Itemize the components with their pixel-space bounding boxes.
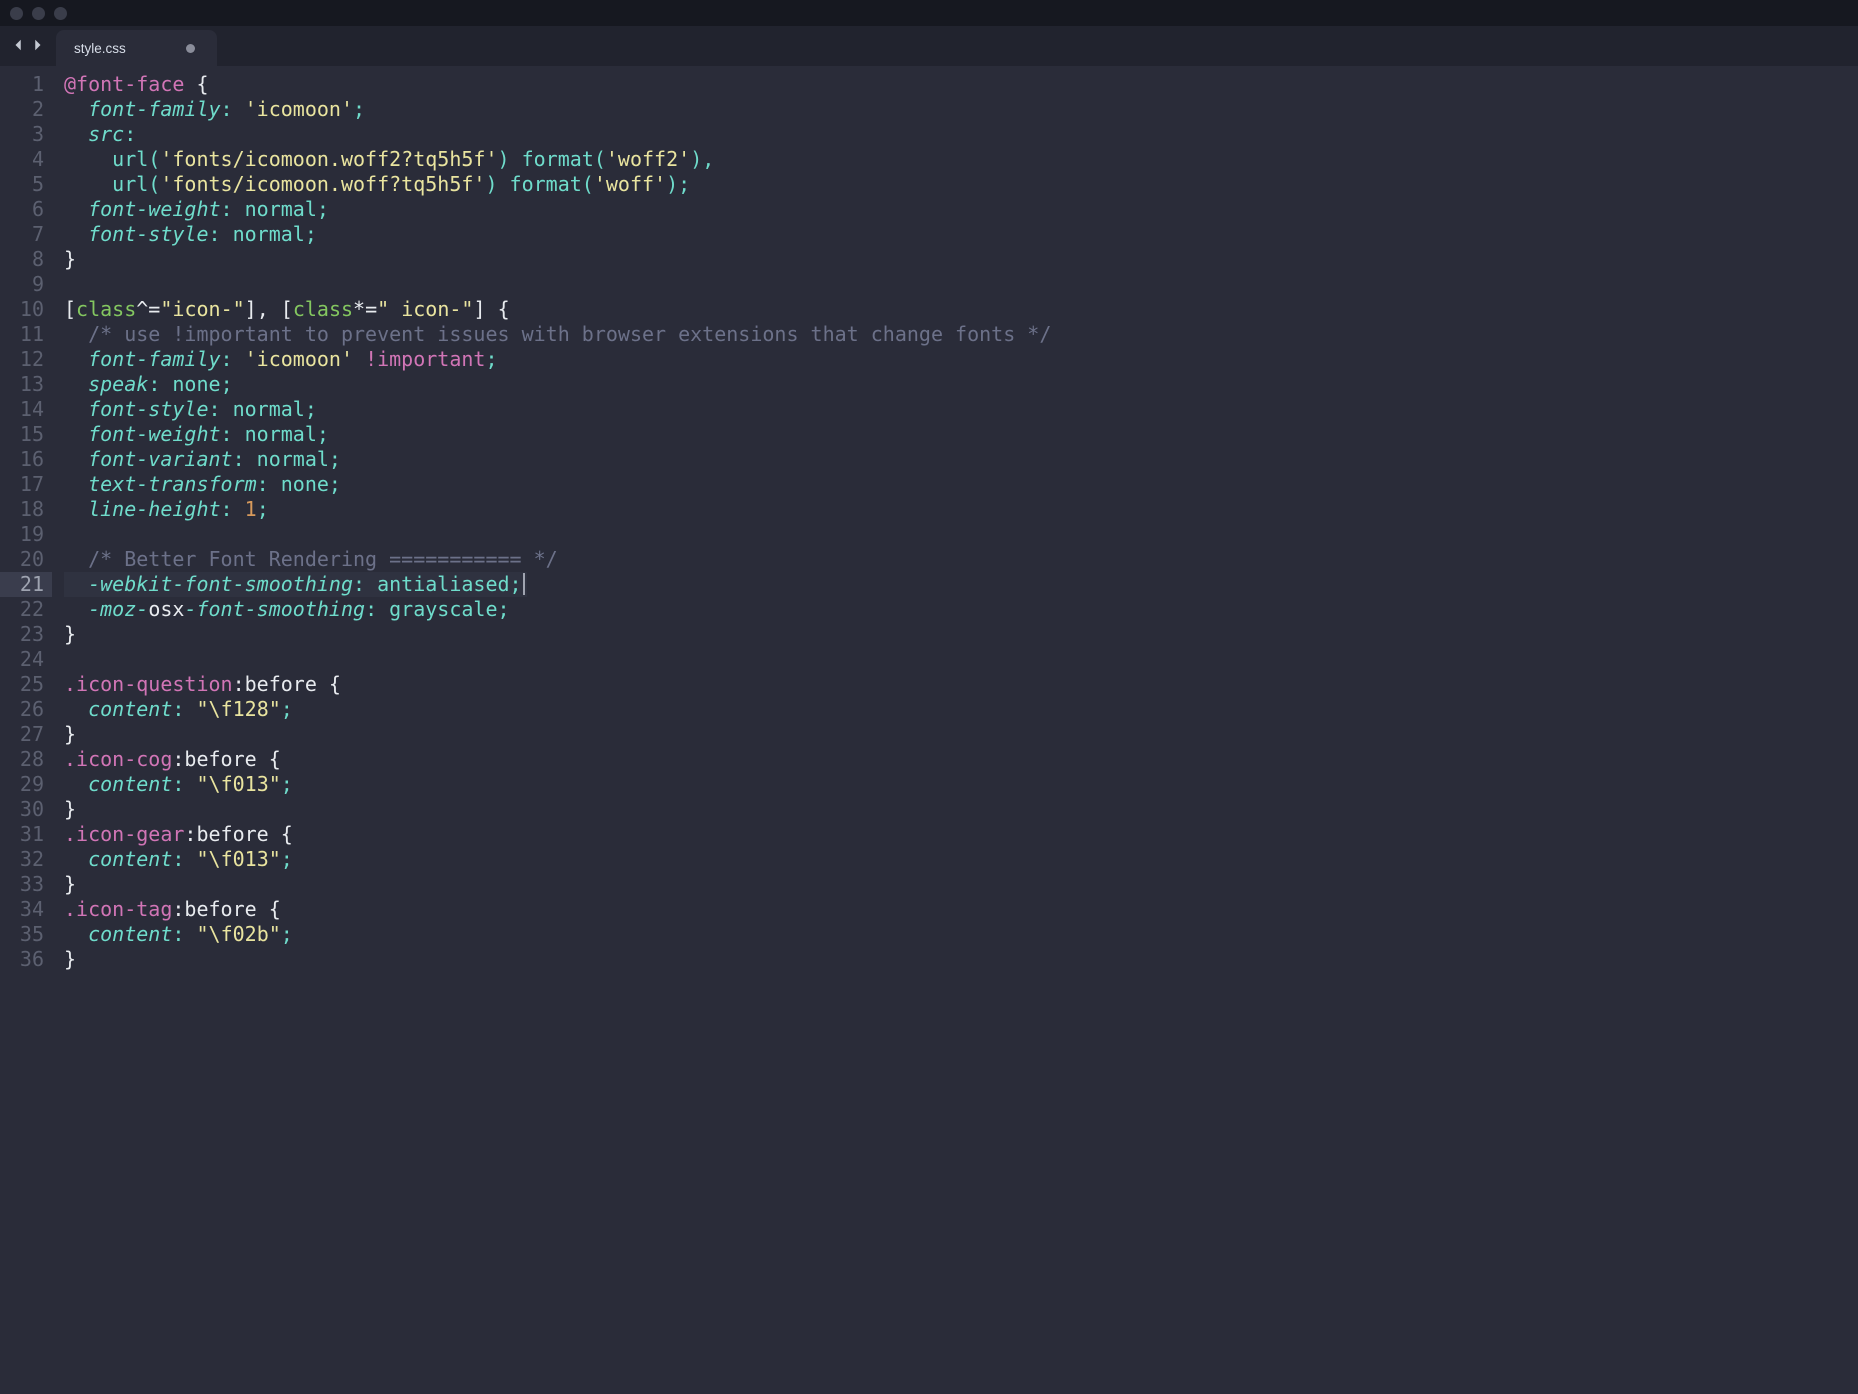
nav-back-icon[interactable] [12, 37, 26, 56]
code-line[interactable]: line-height: 1; [64, 497, 1051, 522]
line-number: 8 [0, 247, 52, 272]
line-number: 21 [0, 572, 52, 597]
line-number: 7 [0, 222, 52, 247]
line-number: 3 [0, 122, 52, 147]
line-number: 14 [0, 397, 52, 422]
line-number: 31 [0, 822, 52, 847]
code-line[interactable]: content: "\f02b"; [64, 922, 1051, 947]
minimize-window-icon[interactable] [32, 7, 45, 20]
line-number: 2 [0, 97, 52, 122]
line-number: 4 [0, 147, 52, 172]
code-area[interactable]: @font-face { font-family: 'icomoon'; src… [52, 66, 1051, 1394]
code-line[interactable]: .icon-question:before { [64, 672, 1051, 697]
code-line[interactable]: font-style: normal; [64, 397, 1051, 422]
line-number: 5 [0, 172, 52, 197]
line-number: 6 [0, 197, 52, 222]
code-line[interactable] [64, 647, 1051, 672]
close-window-icon[interactable] [10, 7, 23, 20]
code-line[interactable] [64, 272, 1051, 297]
code-line[interactable]: /* Better Font Rendering =========== */ [64, 547, 1051, 572]
unsaved-dot-icon [186, 44, 195, 53]
code-line[interactable]: [class^="icon-"], [class*=" icon-"] { [64, 297, 1051, 322]
code-line[interactable]: /* use !important to prevent issues with… [64, 322, 1051, 347]
line-number: 28 [0, 747, 52, 772]
line-number: 11 [0, 322, 52, 347]
nav-forward-icon[interactable] [30, 37, 44, 56]
line-number: 16 [0, 447, 52, 472]
line-number: 36 [0, 947, 52, 972]
code-line[interactable]: .icon-gear:before { [64, 822, 1051, 847]
code-line[interactable]: .icon-tag:before { [64, 897, 1051, 922]
code-line[interactable]: content: "\f128"; [64, 697, 1051, 722]
line-number: 17 [0, 472, 52, 497]
line-number: 25 [0, 672, 52, 697]
line-number: 27 [0, 722, 52, 747]
zoom-window-icon[interactable] [54, 7, 67, 20]
code-line[interactable]: font-weight: normal; [64, 197, 1051, 222]
code-line[interactable]: font-family: 'icomoon' !important; [64, 347, 1051, 372]
line-number: 15 [0, 422, 52, 447]
line-number: 19 [0, 522, 52, 547]
line-number: 35 [0, 922, 52, 947]
code-line[interactable]: url('fonts/icomoon.woff?tq5h5f') format(… [64, 172, 1051, 197]
code-line[interactable]: } [64, 247, 1051, 272]
window-titlebar [0, 0, 1858, 26]
code-line[interactable]: .icon-cog:before { [64, 747, 1051, 772]
line-number: 32 [0, 847, 52, 872]
line-number: 13 [0, 372, 52, 397]
line-number: 29 [0, 772, 52, 797]
line-number: 26 [0, 697, 52, 722]
code-line[interactable]: -moz-osx-font-smoothing: grayscale; [64, 597, 1051, 622]
code-line[interactable]: } [64, 947, 1051, 972]
code-line[interactable]: } [64, 622, 1051, 647]
line-number: 23 [0, 622, 52, 647]
code-editor[interactable]: 1234567891011121314151617181920212223242… [0, 66, 1858, 1394]
code-line[interactable] [64, 522, 1051, 547]
code-line[interactable]: @font-face { [64, 72, 1051, 97]
tab-filename-label: style.css [74, 41, 126, 56]
line-number: 18 [0, 497, 52, 522]
line-number: 30 [0, 797, 52, 822]
code-line[interactable]: font-style: normal; [64, 222, 1051, 247]
line-number: 20 [0, 547, 52, 572]
code-line[interactable]: font-variant: normal; [64, 447, 1051, 472]
line-number: 9 [0, 272, 52, 297]
code-line[interactable]: content: "\f013"; [64, 772, 1051, 797]
code-line[interactable]: } [64, 797, 1051, 822]
code-line[interactable]: font-family: 'icomoon'; [64, 97, 1051, 122]
tab-stylecss[interactable]: style.css [56, 30, 217, 66]
code-line[interactable]: } [64, 722, 1051, 747]
code-line[interactable]: font-weight: normal; [64, 422, 1051, 447]
line-number: 22 [0, 597, 52, 622]
code-line[interactable]: src: [64, 122, 1051, 147]
line-number: 1 [0, 72, 52, 97]
code-line[interactable]: speak: none; [64, 372, 1051, 397]
code-line[interactable]: } [64, 872, 1051, 897]
code-line[interactable]: -webkit-font-smoothing: antialiased; [64, 572, 527, 597]
code-line[interactable]: url('fonts/icomoon.woff2?tq5h5f') format… [64, 147, 1051, 172]
line-number: 24 [0, 647, 52, 672]
tab-bar: style.css [0, 26, 1858, 66]
text-cursor [523, 573, 525, 595]
line-number: 10 [0, 297, 52, 322]
code-line[interactable]: content: "\f013"; [64, 847, 1051, 872]
code-line[interactable]: text-transform: none; [64, 472, 1051, 497]
line-number: 33 [0, 872, 52, 897]
line-number-gutter: 1234567891011121314151617181920212223242… [0, 66, 52, 1394]
line-number: 34 [0, 897, 52, 922]
line-number: 12 [0, 347, 52, 372]
